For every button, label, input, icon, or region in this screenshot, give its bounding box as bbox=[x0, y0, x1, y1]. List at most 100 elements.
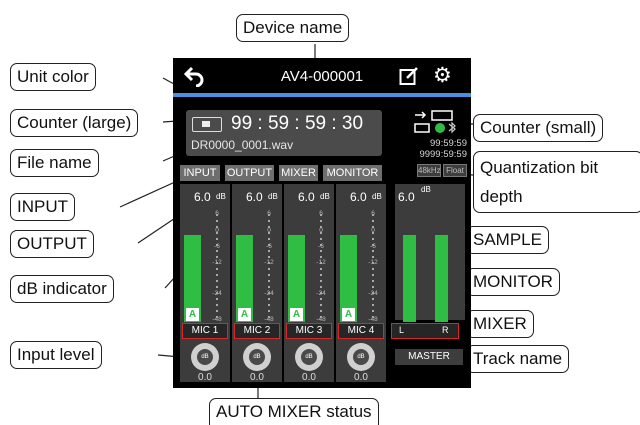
tab-input[interactable]: INPUT bbox=[180, 165, 220, 181]
db-unit: dB bbox=[320, 192, 330, 201]
input-level-value: 0.0 bbox=[302, 372, 316, 383]
status-led-icon bbox=[435, 123, 445, 133]
input-level-knob[interactable]: dB bbox=[347, 343, 375, 371]
scale-tick bbox=[372, 232, 374, 234]
db-unit: dB bbox=[216, 192, 226, 201]
callout-output: OUTPUT bbox=[10, 230, 94, 258]
scale-tick bbox=[320, 262, 322, 264]
scale-tick bbox=[372, 262, 374, 264]
auto-mixer-status: A bbox=[290, 308, 303, 321]
scale-tick bbox=[268, 214, 270, 216]
knob-label: dB bbox=[353, 349, 369, 365]
scale-tick bbox=[372, 214, 374, 216]
scale-tick bbox=[320, 286, 322, 288]
scale-tick bbox=[320, 268, 322, 270]
scale-tick bbox=[268, 286, 270, 288]
db-unit: dB bbox=[372, 192, 382, 201]
callout-unit-color: Unit color bbox=[10, 63, 96, 91]
scale-tick bbox=[320, 298, 322, 300]
callout-device-name: Device name bbox=[236, 14, 350, 42]
status-icons bbox=[414, 110, 456, 134]
sample-rate[interactable]: 48kHz bbox=[417, 164, 441, 177]
knob-label: dB bbox=[197, 349, 213, 365]
file-name: DR0000_0001.wav bbox=[191, 138, 294, 152]
device-name: AV4-000001 bbox=[280, 68, 364, 85]
bluetooth-icon bbox=[448, 121, 456, 134]
scale-tick bbox=[268, 226, 270, 228]
usb-icon bbox=[415, 111, 427, 119]
scale-tick bbox=[372, 304, 374, 306]
counter-small: 99:59:59 9999:59:59 bbox=[385, 138, 467, 160]
callout-db-indicator: dB indicator bbox=[10, 275, 114, 303]
callout-auto-mixer-status: AUTO MIXER status bbox=[209, 398, 379, 425]
track-name[interactable]: MIC 2 bbox=[234, 323, 280, 339]
tab-mixer[interactable]: MIXER bbox=[279, 165, 318, 181]
scale-tick bbox=[320, 226, 322, 228]
tab-output[interactable]: OUTPUT bbox=[225, 165, 274, 181]
master-meter-right bbox=[435, 235, 448, 322]
scale-tick bbox=[216, 304, 218, 306]
battery-icon bbox=[431, 110, 453, 121]
tab-monitor[interactable]: MONITOR bbox=[323, 165, 382, 181]
master-button[interactable]: MASTER bbox=[395, 349, 463, 365]
counter-small-elapsed: 99:59:59 bbox=[430, 138, 467, 149]
callout-counter-large: Counter (large) bbox=[10, 109, 139, 137]
scale-tick bbox=[216, 238, 218, 240]
callout-input-level: Input level bbox=[10, 341, 102, 369]
scale-tick bbox=[372, 298, 374, 300]
scale-tick bbox=[320, 316, 322, 318]
counter-large: 99 : 59 : 59 : 30 bbox=[231, 113, 364, 134]
scale-tick bbox=[268, 220, 270, 222]
gear-icon[interactable]: ⚙ bbox=[433, 65, 455, 87]
callout-input: INPUT bbox=[10, 193, 75, 221]
scale-tick bbox=[320, 280, 322, 282]
scale-tick bbox=[372, 280, 374, 282]
master-left-label: L bbox=[399, 325, 405, 335]
scale-tick bbox=[320, 304, 322, 306]
scale-tick bbox=[268, 316, 270, 318]
scale-tick bbox=[216, 280, 218, 282]
scale-tick bbox=[216, 226, 218, 228]
track-name[interactable]: MIC 4 bbox=[338, 323, 384, 339]
scale-tick bbox=[268, 292, 270, 294]
input-level-knob[interactable]: dB bbox=[295, 343, 323, 371]
scale-tick bbox=[372, 292, 374, 294]
scale-tick bbox=[320, 232, 322, 234]
input-level-knob[interactable]: dB bbox=[243, 343, 271, 371]
scale-tick bbox=[320, 310, 322, 312]
track-name[interactable]: MIC 3 bbox=[286, 323, 332, 339]
input-level-value: 0.0 bbox=[250, 372, 264, 383]
record-status-icon bbox=[192, 117, 222, 132]
scale-tick bbox=[216, 274, 218, 276]
quantization-bit-depth[interactable]: Float bbox=[443, 164, 467, 177]
scale-tick bbox=[216, 292, 218, 294]
scale-tick bbox=[216, 220, 218, 222]
scale-tick bbox=[372, 238, 374, 240]
scale-tick bbox=[372, 226, 374, 228]
scale-tick bbox=[372, 310, 374, 312]
scale-tick bbox=[216, 310, 218, 312]
scale-tick bbox=[372, 316, 374, 318]
scale-tick bbox=[372, 274, 374, 276]
callout-track-name: Track name bbox=[466, 345, 570, 373]
title-bar: AV4-000001 ⚙ bbox=[173, 58, 471, 94]
scale-tick bbox=[268, 280, 270, 282]
scale-tick bbox=[372, 256, 374, 258]
auto-mixer-status: A bbox=[342, 308, 355, 321]
scale-tick bbox=[268, 250, 270, 252]
callout-counter-small: Counter (small) bbox=[473, 114, 604, 142]
input-level-knob[interactable]: dB bbox=[191, 343, 219, 371]
auto-mixer-status: A bbox=[238, 308, 251, 321]
callout-mixer: MIXER bbox=[466, 310, 534, 338]
knob-label: dB bbox=[249, 349, 265, 365]
scale-tick bbox=[216, 250, 218, 252]
edit-icon[interactable] bbox=[399, 66, 419, 86]
scale-tick bbox=[268, 268, 270, 270]
track-name[interactable]: MIC 1 bbox=[182, 323, 228, 339]
scale-tick bbox=[372, 268, 374, 270]
callout-monitor: MONITOR bbox=[466, 268, 560, 296]
sd-card-icon bbox=[414, 123, 430, 133]
scale-tick bbox=[268, 304, 270, 306]
scale-tick bbox=[372, 250, 374, 252]
master-track-name[interactable]: L R bbox=[391, 323, 459, 339]
